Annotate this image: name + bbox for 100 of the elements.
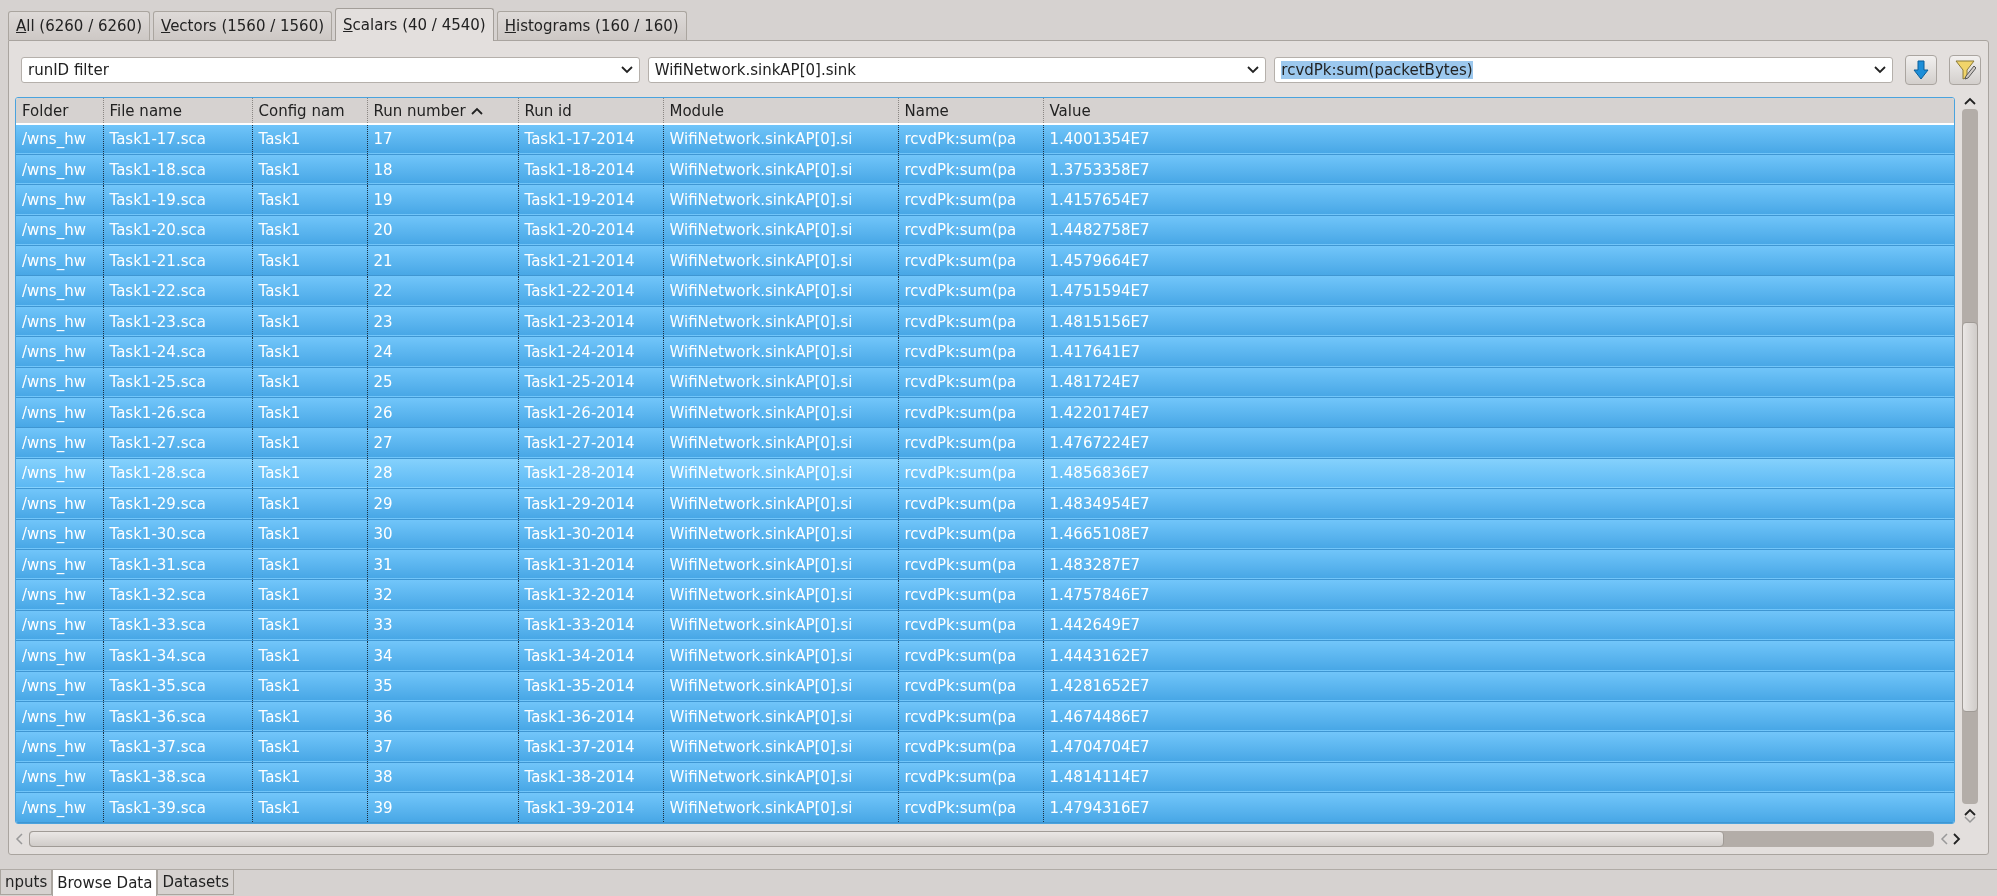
- tab[interactable]: Scalars (40 / 4540): [335, 8, 494, 41]
- table-cell: Task1-23-2014: [518, 306, 663, 337]
- table-cell: Task1: [252, 519, 367, 550]
- table-cell: Task1-37-2014: [518, 731, 663, 763]
- table-row[interactable]: /wns_hw Task1-31.sca Task1 31 Task1-31-2014 WifiNetwork.sinkAP[0].si rcvdPk:sum(pa 1.483287E7: [16, 549, 1955, 580]
- column-header[interactable]: Folder: [16, 98, 103, 124]
- scroll-up-icon[interactable]: [1964, 97, 1977, 105]
- table-cell: 17: [367, 124, 518, 155]
- table-row[interactable]: /wns_hw Task1-35.sca Task1 35 Task1-35-2014 WifiNetwork.sinkAP[0].si rcvdPk:sum(pa 1.4281652E7: [16, 671, 1955, 702]
- table-cell: /wns_hw: [16, 579, 103, 611]
- table-row[interactable]: /wns_hw Task1-29.sca Task1 29 Task1-29-2014 WifiNetwork.sinkAP[0].si rcvdPk:sum(pa 1.4834954E7: [16, 488, 1955, 520]
- table-cell: rcvdPk:sum(pa: [898, 124, 1043, 155]
- table-row[interactable]: /wns_hw Task1-18.sca Task1 18 Task1-18-2014 WifiNetwork.sinkAP[0].si rcvdPk:sum(pa 1.3753358E7: [16, 154, 1955, 185]
- vertical-scrollbar[interactable]: [1962, 109, 1979, 805]
- table-row[interactable]: /wns_hw Task1-23.sca Task1 23 Task1-23-2014 WifiNetwork.sinkAP[0].si rcvdPk:sum(pa 1.4815156E7: [16, 306, 1955, 337]
- table-cell: Task1-26-2014: [518, 397, 663, 428]
- table-row[interactable]: /wns_hw Task1-27.sca Task1 27 Task1-27-2014 WifiNetwork.sinkAP[0].si rcvdPk:sum(pa 1.4767224E7: [16, 427, 1955, 459]
- table-cell: /wns_hw: [16, 762, 103, 793]
- table-row[interactable]: /wns_hw Task1-30.sca Task1 30 Task1-30-2014 WifiNetwork.sinkAP[0].si rcvdPk:sum(pa 1.4665108E7: [16, 519, 1955, 550]
- table-cell: Task1: [252, 245, 367, 276]
- table-cell: /wns_hw: [16, 488, 103, 520]
- table-cell: Task1-23.sca: [103, 306, 252, 337]
- scroll-left-icon[interactable]: [1940, 833, 1948, 846]
- filter-combo[interactable]: WifiNetwork.sinkAP[0].sink: [647, 57, 1267, 83]
- table-cell: Task1-24.sca: [103, 336, 252, 368]
- scroll-up-icon[interactable]: [1964, 808, 1977, 817]
- table-cell: Task1: [252, 306, 367, 337]
- add-button[interactable]: [1905, 55, 1937, 85]
- table-cell: /wns_hw: [16, 640, 103, 672]
- table-cell: /wns_hw: [16, 610, 103, 641]
- table-cell: /wns_hw: [16, 397, 103, 428]
- table-cell: WifiNetwork.sinkAP[0].si: [663, 184, 898, 216]
- table-row[interactable]: /wns_hw Task1-28.sca Task1 28 Task1-28-2014 WifiNetwork.sinkAP[0].si rcvdPk:sum(pa 1.4856836E7: [16, 458, 1955, 489]
- table-cell: 23: [367, 306, 518, 337]
- table-row[interactable]: /wns_hw Task1-37.sca Task1 37 Task1-37-2014 WifiNetwork.sinkAP[0].si rcvdPk:sum(pa 1.4704704E7: [16, 731, 1955, 763]
- table-cell: Task1-17.sca: [103, 124, 252, 155]
- table-cell: Task1: [252, 579, 367, 611]
- table-cell: 19: [367, 184, 518, 216]
- table-cell: 30: [367, 519, 518, 550]
- table-row[interactable]: /wns_hw Task1-17.sca Task1 17 Task1-17-2014 WifiNetwork.sinkAP[0].si rcvdPk:sum(pa 1.4001354E7: [16, 124, 1955, 155]
- table-cell: WifiNetwork.sinkAP[0].si: [663, 488, 898, 520]
- table-row[interactable]: /wns_hw Task1-19.sca Task1 19 Task1-19-2014 WifiNetwork.sinkAP[0].si rcvdPk:sum(pa 1.4157654E7: [16, 184, 1955, 216]
- table-cell: Task1-29-2014: [518, 488, 663, 520]
- filter-icon: [1954, 59, 1976, 81]
- tab[interactable]: Histograms (160 / 160): [496, 11, 687, 40]
- table-row[interactable]: /wns_hw Task1-22.sca Task1 22 Task1-22-2014 WifiNetwork.sinkAP[0].si rcvdPk:sum(pa 1.4751594E7: [16, 275, 1955, 307]
- table-cell: Task1: [252, 336, 367, 368]
- table-cell: Task1-36.sca: [103, 701, 252, 732]
- down-arrow-icon: [1912, 60, 1930, 80]
- table-row[interactable]: /wns_hw Task1-36.sca Task1 36 Task1-36-2014 WifiNetwork.sinkAP[0].si rcvdPk:sum(pa 1.4674486E7: [16, 701, 1955, 732]
- table-row[interactable]: /wns_hw Task1-25.sca Task1 25 Task1-25-2014 WifiNetwork.sinkAP[0].si rcvdPk:sum(pa 1.481724E7: [16, 367, 1955, 398]
- table-row[interactable]: /wns_hw Task1-39.sca Task1 39 Task1-39-2014 WifiNetwork.sinkAP[0].si rcvdPk:sum(pa 1.4794316E7: [16, 792, 1955, 823]
- table-row[interactable]: /wns_hw Task1-26.sca Task1 26 Task1-26-2014 WifiNetwork.sinkAP[0].si rcvdPk:sum(pa 1.4220174E7: [16, 397, 1955, 428]
- table-cell: WifiNetwork.sinkAP[0].si: [663, 306, 898, 337]
- table-cell: Task1-34-2014: [518, 640, 663, 672]
- column-header[interactable]: Module: [663, 98, 898, 124]
- filter-button[interactable]: [1949, 55, 1981, 85]
- column-header[interactable]: Name: [898, 98, 1043, 124]
- table-cell: Task1: [252, 184, 367, 216]
- scrollbar-thumb[interactable]: [1962, 322, 1979, 713]
- table-row[interactable]: /wns_hw Task1-21.sca Task1 21 Task1-21-2014 WifiNetwork.sinkAP[0].si rcvdPk:sum(pa 1.4579664E7: [16, 245, 1955, 276]
- tab[interactable]: Vectors (1560 / 1560): [153, 11, 333, 40]
- table-cell: Task1: [252, 549, 367, 580]
- table-cell: 24: [367, 336, 518, 368]
- table-cell: 34: [367, 640, 518, 672]
- table-row[interactable]: /wns_hw Task1-34.sca Task1 34 Task1-34-2014 WifiNetwork.sinkAP[0].si rcvdPk:sum(pa 1.4443162E7: [16, 640, 1955, 672]
- tab[interactable]: All (6260 / 6260): [8, 11, 150, 40]
- table-cell: WifiNetwork.sinkAP[0].si: [663, 397, 898, 428]
- table-cell: Task1-21-2014: [518, 245, 663, 276]
- table-cell: WifiNetwork.sinkAP[0].si: [663, 701, 898, 732]
- table-cell: Task1-18-2014: [518, 154, 663, 185]
- table-row[interactable]: /wns_hw Task1-33.sca Task1 33 Task1-33-2014 WifiNetwork.sinkAP[0].si rcvdPk:sum(pa 1.442649E7: [16, 610, 1955, 641]
- tab[interactable]: Datasets: [157, 870, 234, 895]
- table-cell: /wns_hw: [16, 701, 103, 732]
- table-cell: 27: [367, 427, 518, 459]
- scroll-left-icon[interactable]: [15, 833, 23, 846]
- column-header[interactable]: Config nam: [252, 98, 367, 124]
- tab[interactable]: Browse Data: [52, 870, 158, 896]
- table-cell: Task1-28-2014: [518, 458, 663, 489]
- table-cell: 20: [367, 215, 518, 246]
- tab[interactable]: nputs: [0, 870, 53, 895]
- scroll-right-icon[interactable]: [1953, 833, 1961, 846]
- table-cell: 28: [367, 458, 518, 489]
- table-row[interactable]: /wns_hw Task1-20.sca Task1 20 Task1-20-2014 WifiNetwork.sinkAP[0].si rcvdPk:sum(pa 1.4482758E7: [16, 215, 1955, 246]
- table-cell: Task1-30-2014: [518, 519, 663, 550]
- filter-combo[interactable]: rcvdPk:sum(packetBytes): [1274, 57, 1893, 83]
- column-header[interactable]: File name: [103, 98, 252, 124]
- column-header[interactable]: Run id: [518, 98, 663, 124]
- table-cell: rcvdPk:sum(pa: [898, 701, 1043, 732]
- table-row[interactable]: /wns_hw Task1-38.sca Task1 38 Task1-38-2014 WifiNetwork.sinkAP[0].si rcvdPk:sum(pa 1.4814114E7: [16, 762, 1955, 793]
- table-cell: Task1-32-2014: [518, 579, 663, 611]
- table-cell: WifiNetwork.sinkAP[0].si: [663, 610, 898, 641]
- table-cell: Task1-31.sca: [103, 549, 252, 580]
- column-header[interactable]: Run number: [367, 98, 518, 124]
- table-row[interactable]: /wns_hw Task1-32.sca Task1 32 Task1-32-2014 WifiNetwork.sinkAP[0].si rcvdPk:sum(pa 1.4757846E7: [16, 579, 1955, 611]
- column-header[interactable]: Value: [1043, 98, 1955, 124]
- table-cell: Task1-34.sca: [103, 640, 252, 672]
- filter-combo[interactable]: runID filter: [21, 57, 640, 83]
- table-cell: Task1-26.sca: [103, 397, 252, 428]
- table-row[interactable]: /wns_hw Task1-24.sca Task1 24 Task1-24-2014 WifiNetwork.sinkAP[0].si rcvdPk:sum(pa 1.417641E7: [16, 336, 1955, 368]
